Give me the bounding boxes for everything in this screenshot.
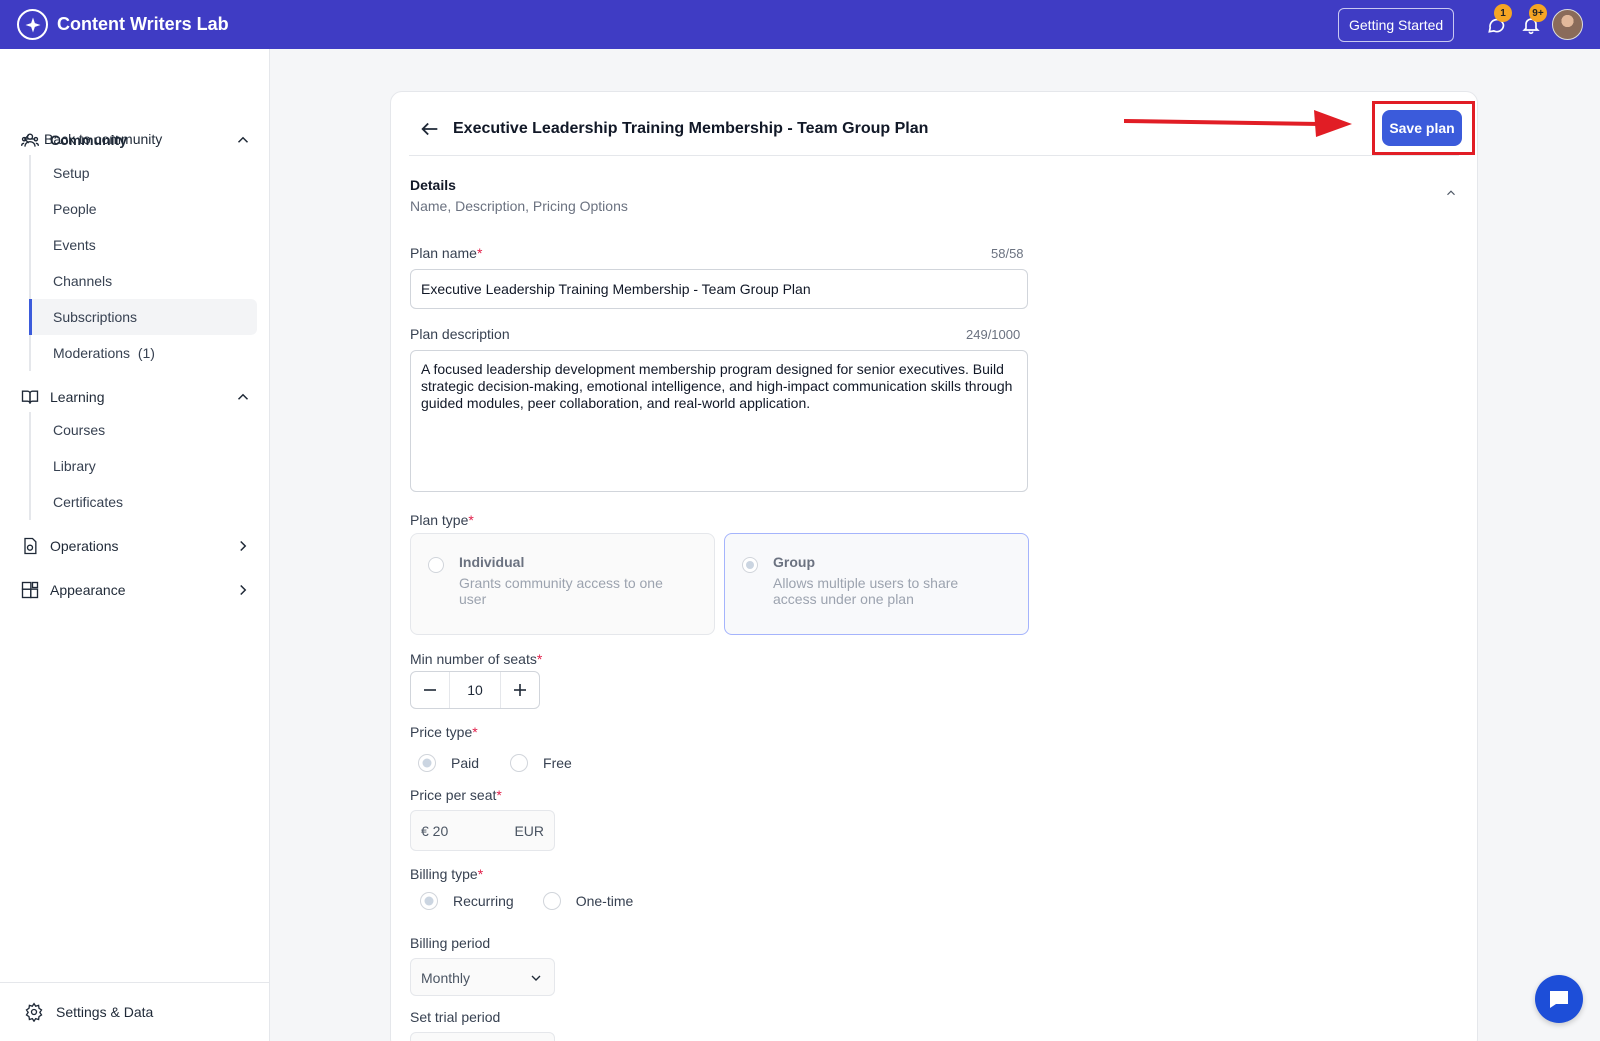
- notifications-button[interactable]: 9+: [1519, 4, 1547, 37]
- sidebar-item-library[interactable]: Library: [31, 448, 259, 484]
- sidebar-item-courses[interactable]: Courses: [31, 412, 259, 448]
- plan-description-textarea[interactable]: A focused leadership development members…: [410, 350, 1028, 492]
- plus-icon: [514, 684, 526, 696]
- chat-bubble-icon: [1550, 991, 1568, 1008]
- settings-label: Settings & Data: [56, 1004, 154, 1020]
- radio-label: Free: [543, 755, 572, 771]
- sidebar-item-events[interactable]: Events: [31, 227, 259, 263]
- minus-icon: [424, 689, 436, 691]
- sidebar-section-label: Appearance: [50, 582, 126, 598]
- radio-selected-icon: [418, 754, 436, 772]
- price-type-options: Paid Free: [417, 753, 572, 773]
- increment-button[interactable]: [501, 672, 539, 708]
- sidebar-section-label: Learning: [50, 389, 105, 405]
- billing-type-recurring-radio[interactable]: Recurring: [419, 891, 514, 911]
- sidebar-item-people[interactable]: People: [31, 191, 259, 227]
- sidebar-section-operations[interactable]: Operations: [20, 535, 252, 557]
- sidebar: Back to community Community Setup People…: [0, 49, 270, 1041]
- details-title: Details: [410, 177, 456, 193]
- operations-icon: [20, 536, 40, 556]
- top-bar: Content Writers Lab Getting Started 1 9+: [0, 0, 1600, 49]
- price-type-label: Price type*: [410, 724, 478, 740]
- currency-label: EUR: [514, 823, 544, 839]
- plan-name-counter: 58/58: [991, 246, 1024, 261]
- billing-type-one-time-radio[interactable]: One-time: [542, 891, 634, 911]
- price-value: € 20: [421, 823, 449, 839]
- messages-button[interactable]: 1: [1484, 4, 1512, 37]
- brand[interactable]: Content Writers Lab: [17, 9, 229, 40]
- radio-selected-icon: [420, 892, 438, 910]
- trial-period-label: Set trial period: [410, 1009, 501, 1025]
- billing-type-label: Billing type*: [410, 866, 484, 882]
- sidebar-section-label: Community: [50, 132, 127, 148]
- sidebar-item-channels[interactable]: Channels: [31, 263, 259, 299]
- learning-sub-list: Courses Library Certificates: [29, 412, 259, 520]
- book-icon: [20, 387, 40, 407]
- sidebar-item-certificates[interactable]: Certificates: [31, 484, 259, 520]
- sparkle-logo-icon: [17, 9, 48, 40]
- sidebar-item-moderations[interactable]: Moderations (1): [31, 335, 259, 371]
- plan-type-name: Group: [773, 554, 815, 570]
- getting-started-button[interactable]: Getting Started: [1338, 8, 1455, 42]
- billing-type-options: Recurring One-time: [419, 891, 633, 911]
- radio-label: One-time: [575, 893, 634, 909]
- save-plan-button[interactable]: Save plan: [1382, 110, 1462, 146]
- decrement-button[interactable]: [411, 672, 449, 708]
- plan-type-group-option[interactable]: Group Allows multiple users to share acc…: [724, 533, 1029, 635]
- plan-type-label: Plan type*: [410, 512, 474, 528]
- plan-type-individual-option[interactable]: Individual Grants community access to on…: [410, 533, 715, 635]
- sidebar-section-community[interactable]: Community: [20, 129, 252, 151]
- support-chat-button[interactable]: [1535, 975, 1583, 1023]
- chevron-right-icon: [240, 540, 247, 552]
- sidebar-section-appearance[interactable]: Appearance: [20, 579, 252, 601]
- sidebar-section-label: Operations: [50, 538, 119, 554]
- price-per-seat-input[interactable]: € 20 EUR: [410, 810, 555, 851]
- billing-period-value: Monthly: [421, 970, 471, 986]
- radio-selected-icon: [742, 557, 758, 573]
- plan-type-desc: Allows multiple users to share access un…: [773, 575, 959, 607]
- radio-unselected-icon: [428, 557, 444, 573]
- price-type-paid-radio[interactable]: Paid: [417, 753, 479, 773]
- gear-icon: [25, 1002, 43, 1022]
- min-seats-label: Min number of seats*: [410, 651, 543, 667]
- plan-type-desc: Grants community access to one user: [459, 575, 663, 607]
- trial-period-input[interactable]: [410, 1032, 555, 1041]
- collapse-chevron-icon[interactable]: [1444, 186, 1458, 200]
- annotation-arrow: [1124, 110, 1352, 137]
- chevron-down-icon: [531, 975, 541, 981]
- community-sub-list: Setup People Events Channels Subscriptio…: [29, 155, 259, 371]
- back-arrow-icon[interactable]: [419, 118, 441, 140]
- sidebar-section-learning[interactable]: Learning: [20, 386, 252, 408]
- plan-type-name: Individual: [459, 554, 525, 570]
- user-avatar[interactable]: [1552, 9, 1583, 40]
- price-type-free-radio[interactable]: Free: [509, 753, 572, 773]
- chevron-right-icon: [240, 584, 247, 596]
- radio-unselected-icon: [510, 754, 529, 772]
- chevron-up-icon: [237, 136, 249, 143]
- details-subtitle: Name, Description, Pricing Options: [410, 198, 628, 214]
- app-name: Content Writers Lab: [57, 14, 229, 34]
- settings-and-data-link[interactable]: Settings & Data: [0, 982, 269, 1041]
- chevron-up-icon: [237, 393, 249, 400]
- min-seats-stepper: 10: [410, 671, 540, 709]
- community-icon: [20, 130, 40, 150]
- sidebar-item-subscriptions[interactable]: Subscriptions: [29, 299, 257, 335]
- sidebar-item-setup[interactable]: Setup: [31, 155, 259, 191]
- plan-title: Executive Leadership Training Membership…: [453, 120, 929, 137]
- price-per-seat-label: Price per seat*: [410, 787, 502, 803]
- notifications-badge: 9+: [1529, 4, 1547, 22]
- radio-label: Recurring: [453, 893, 514, 909]
- radio-label: Paid: [451, 755, 480, 771]
- plan-name-input[interactable]: Executive Leadership Training Membership…: [410, 269, 1028, 309]
- plan-name-label: Plan name*: [410, 245, 483, 261]
- seats-value[interactable]: 10: [449, 672, 501, 708]
- messages-badge: 1: [1494, 4, 1512, 22]
- appearance-icon: [20, 580, 40, 600]
- billing-period-label: Billing period: [410, 935, 491, 951]
- billing-period-select[interactable]: Monthly: [410, 958, 555, 996]
- plan-description-label: Plan description: [410, 326, 510, 342]
- plan-description-counter: 249/1000: [966, 327, 1021, 342]
- radio-unselected-icon: [542, 892, 561, 910]
